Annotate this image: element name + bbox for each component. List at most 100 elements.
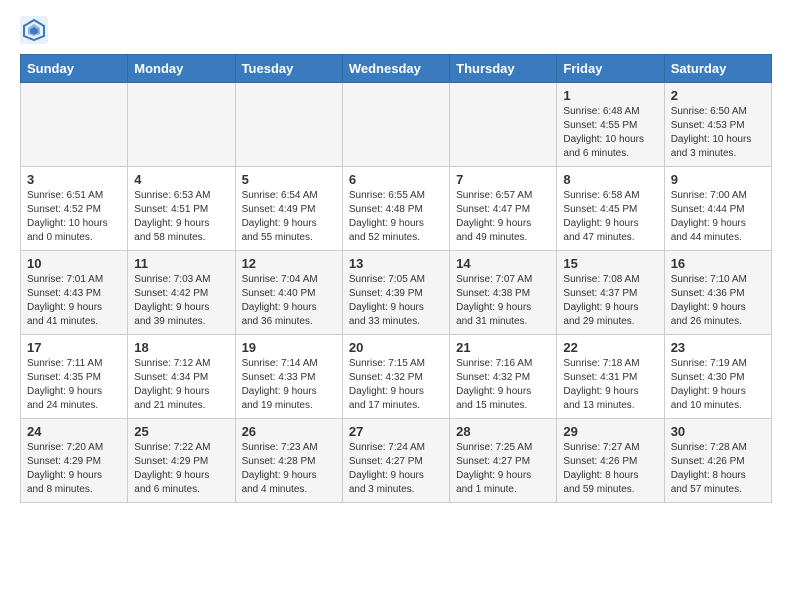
- calendar-header: SundayMondayTuesdayWednesdayThursdayFrid…: [21, 55, 772, 83]
- day-number: 14: [456, 256, 550, 271]
- day-info: Sunrise: 6:50 AMSunset: 4:53 PMDaylight:…: [671, 105, 765, 161]
- calendar-cell: 1 Sunrise: 6:48 AMSunset: 4:55 PMDaylight…: [557, 83, 664, 167]
- calendar-cell: 7 Sunrise: 6:57 AMSunset: 4:47 PMDaylight…: [450, 167, 557, 251]
- calendar-cell: 24Sunrise: 7:20 AMSunset: 4:29 PMDayligh…: [21, 419, 128, 503]
- calendar-cell: [128, 83, 235, 167]
- day-number: 18: [134, 340, 228, 355]
- day-info: Sunrise: 7:01 AMSunset: 4:43 PMDaylight:…: [27, 273, 121, 329]
- calendar-week-row: 24Sunrise: 7:20 AMSunset: 4:29 PMDayligh…: [21, 419, 772, 503]
- calendar-cell: 10 Sunrise: 7:01 AMSunset: 4:43 PMDayligh…: [21, 251, 128, 335]
- day-number: 26: [242, 424, 336, 439]
- day-info: Sunrise: 7:03 AMSunset: 4:42 PMDaylight:…: [134, 273, 228, 329]
- day-number: 27: [349, 424, 443, 439]
- day-number: 10: [27, 256, 121, 271]
- day-info: Sunrise: 7:24 AMSunset: 4:27 PMDaylight:…: [349, 441, 443, 497]
- day-info: Sunrise: 6:55 AMSunset: 4:48 PMDaylight:…: [349, 189, 443, 245]
- day-number: 9: [671, 172, 765, 187]
- weekday-header: Sunday: [21, 55, 128, 83]
- day-info: Sunrise: 7:00 AMSunset: 4:44 PMDaylight:…: [671, 189, 765, 245]
- day-info: Sunrise: 6:51 AMSunset: 4:52 PMDaylight:…: [27, 189, 121, 245]
- day-info: Sunrise: 7:08 AMSunset: 4:37 PMDaylight:…: [563, 273, 657, 329]
- day-number: 2: [671, 88, 765, 103]
- calendar-cell: 30Sunrise: 7:28 AMSunset: 4:26 PMDayligh…: [664, 419, 771, 503]
- day-number: 22: [563, 340, 657, 355]
- day-number: 17: [27, 340, 121, 355]
- calendar-cell: [342, 83, 449, 167]
- day-info: Sunrise: 6:48 AMSunset: 4:55 PMDaylight:…: [563, 105, 657, 161]
- calendar-cell: 18 Sunrise: 7:12 AMSunset: 4:34 PMDayligh…: [128, 335, 235, 419]
- calendar-cell: [235, 83, 342, 167]
- day-number: 25: [134, 424, 228, 439]
- day-number: 28: [456, 424, 550, 439]
- calendar-cell: 17Sunrise: 7:11 AMSunset: 4:35 PMDayligh…: [21, 335, 128, 419]
- day-number: 12: [242, 256, 336, 271]
- day-number: 6: [349, 172, 443, 187]
- calendar-cell: 3 Sunrise: 6:51 AMSunset: 4:52 PMDaylight…: [21, 167, 128, 251]
- day-number: 16: [671, 256, 765, 271]
- calendar-cell: 2 Sunrise: 6:50 AMSunset: 4:53 PMDaylight…: [664, 83, 771, 167]
- calendar-cell: 11 Sunrise: 7:03 AMSunset: 4:42 PMDayligh…: [128, 251, 235, 335]
- calendar-cell: 27 Sunrise: 7:24 AMSunset: 4:27 PMDayligh…: [342, 419, 449, 503]
- calendar-cell: 20 Sunrise: 7:15 AMSunset: 4:32 PMDayligh…: [342, 335, 449, 419]
- calendar-cell: 5 Sunrise: 6:54 AMSunset: 4:49 PMDaylight…: [235, 167, 342, 251]
- day-number: 29: [563, 424, 657, 439]
- calendar-cell: 9 Sunrise: 7:00 AMSunset: 4:44 PMDaylight…: [664, 167, 771, 251]
- day-number: 30: [671, 424, 765, 439]
- calendar-body: 1 Sunrise: 6:48 AMSunset: 4:55 PMDaylight…: [21, 83, 772, 503]
- calendar-cell: 29Sunrise: 7:27 AMSunset: 4:26 PMDayligh…: [557, 419, 664, 503]
- calendar-cell: 26 Sunrise: 7:23 AMSunset: 4:28 PMDayligh…: [235, 419, 342, 503]
- day-info: Sunrise: 7:19 AMSunset: 4:30 PMDaylight:…: [671, 357, 765, 413]
- day-info: Sunrise: 7:14 AMSunset: 4:33 PMDaylight:…: [242, 357, 336, 413]
- day-number: 3: [27, 172, 121, 187]
- calendar-cell: 25 Sunrise: 7:22 AMSunset: 4:29 PMDayligh…: [128, 419, 235, 503]
- day-info: Sunrise: 7:15 AMSunset: 4:32 PMDaylight:…: [349, 357, 443, 413]
- day-number: 5: [242, 172, 336, 187]
- calendar-cell: [21, 83, 128, 167]
- calendar-cell: 19 Sunrise: 7:14 AMSunset: 4:33 PMDayligh…: [235, 335, 342, 419]
- day-info: Sunrise: 7:18 AMSunset: 4:31 PMDaylight:…: [563, 357, 657, 413]
- day-number: 11: [134, 256, 228, 271]
- weekday-header: Saturday: [664, 55, 771, 83]
- day-info: Sunrise: 7:22 AMSunset: 4:29 PMDaylight:…: [134, 441, 228, 497]
- calendar-cell: 15 Sunrise: 7:08 AMSunset: 4:37 PMDayligh…: [557, 251, 664, 335]
- day-info: Sunrise: 6:57 AMSunset: 4:47 PMDaylight:…: [456, 189, 550, 245]
- weekday-header: Tuesday: [235, 55, 342, 83]
- calendar-cell: 16 Sunrise: 7:10 AMSunset: 4:36 PMDayligh…: [664, 251, 771, 335]
- calendar-cell: 14 Sunrise: 7:07 AMSunset: 4:38 PMDayligh…: [450, 251, 557, 335]
- day-number: 23: [671, 340, 765, 355]
- calendar-cell: 8Sunrise: 6:58 AMSunset: 4:45 PMDaylight…: [557, 167, 664, 251]
- calendar-week-row: 1 Sunrise: 6:48 AMSunset: 4:55 PMDaylight…: [21, 83, 772, 167]
- calendar-cell: 28Sunrise: 7:25 AMSunset: 4:27 PMDayligh…: [450, 419, 557, 503]
- page-header: [20, 16, 772, 44]
- calendar-cell: 22 Sunrise: 7:18 AMSunset: 4:31 PMDayligh…: [557, 335, 664, 419]
- day-info: Sunrise: 7:10 AMSunset: 4:36 PMDaylight:…: [671, 273, 765, 329]
- day-number: 1: [563, 88, 657, 103]
- weekday-header: Monday: [128, 55, 235, 83]
- day-number: 20: [349, 340, 443, 355]
- calendar-week-row: 3 Sunrise: 6:51 AMSunset: 4:52 PMDaylight…: [21, 167, 772, 251]
- day-info: Sunrise: 7:12 AMSunset: 4:34 PMDaylight:…: [134, 357, 228, 413]
- calendar-week-row: 10 Sunrise: 7:01 AMSunset: 4:43 PMDayligh…: [21, 251, 772, 335]
- day-number: 15: [563, 256, 657, 271]
- day-info: Sunrise: 7:04 AMSunset: 4:40 PMDaylight:…: [242, 273, 336, 329]
- calendar-table: SundayMondayTuesdayWednesdayThursdayFrid…: [20, 54, 772, 503]
- day-number: 19: [242, 340, 336, 355]
- day-info: Sunrise: 7:23 AMSunset: 4:28 PMDaylight:…: [242, 441, 336, 497]
- day-info: Sunrise: 7:07 AMSunset: 4:38 PMDaylight:…: [456, 273, 550, 329]
- day-info: Sunrise: 6:54 AMSunset: 4:49 PMDaylight:…: [242, 189, 336, 245]
- day-number: 21: [456, 340, 550, 355]
- weekday-header: Thursday: [450, 55, 557, 83]
- day-info: Sunrise: 7:20 AMSunset: 4:29 PMDaylight:…: [27, 441, 121, 497]
- day-info: Sunrise: 6:58 AMSunset: 4:45 PMDaylight:…: [563, 189, 657, 245]
- calendar-cell: [450, 83, 557, 167]
- day-number: 7: [456, 172, 550, 187]
- calendar-cell: 4 Sunrise: 6:53 AMSunset: 4:51 PMDaylight…: [128, 167, 235, 251]
- main-container: SundayMondayTuesdayWednesdayThursdayFrid…: [0, 0, 792, 519]
- day-info: Sunrise: 6:53 AMSunset: 4:51 PMDaylight:…: [134, 189, 228, 245]
- calendar-cell: 12 Sunrise: 7:04 AMSunset: 4:40 PMDayligh…: [235, 251, 342, 335]
- logo: [20, 16, 52, 44]
- day-number: 4: [134, 172, 228, 187]
- day-number: 13: [349, 256, 443, 271]
- calendar-cell: 21Sunrise: 7:16 AMSunset: 4:32 PMDayligh…: [450, 335, 557, 419]
- calendar-week-row: 17Sunrise: 7:11 AMSunset: 4:35 PMDayligh…: [21, 335, 772, 419]
